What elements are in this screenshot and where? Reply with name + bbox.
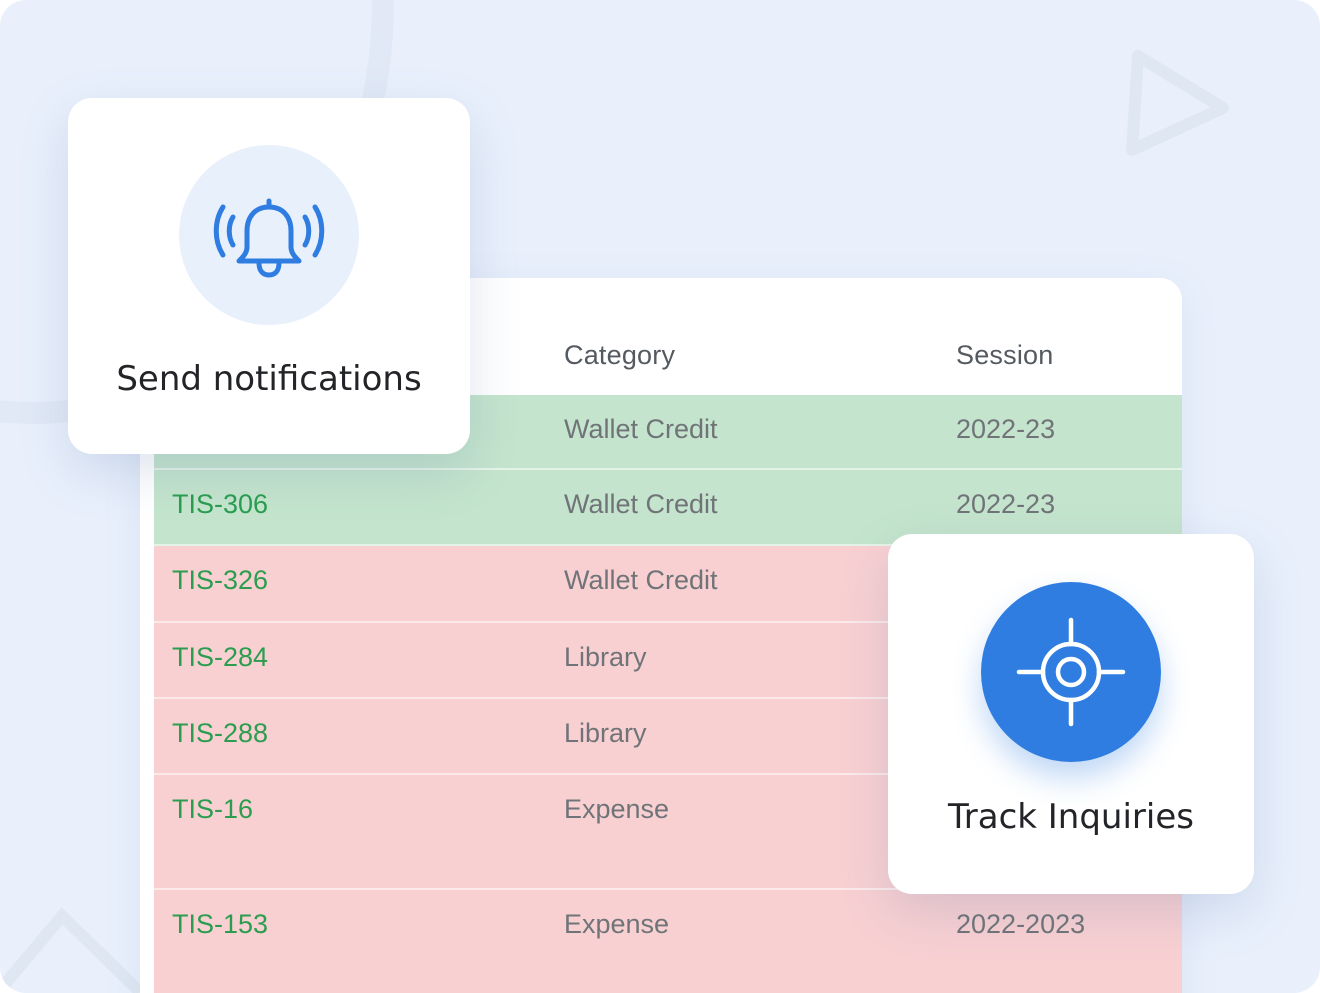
row-category: Wallet Credit [564, 565, 718, 595]
row-category: Wallet Credit [564, 414, 718, 444]
row-category: Expense [564, 909, 670, 939]
track-inquiries-title: Track Inquiries [948, 797, 1194, 837]
bell-ringing-icon [213, 198, 325, 278]
crosshair-target-icon [1016, 617, 1126, 727]
hero-illustration: Category Session Wallet Credit 2022-23 T… [0, 0, 1320, 993]
table-row[interactable]: TIS-153 Expense 2022-2023 [154, 890, 1182, 993]
send-notifications-card[interactable]: Send notifications [68, 98, 470, 454]
send-notifications-title: Send notifications [116, 359, 422, 399]
decorative-triangle-icon [1126, 50, 1229, 156]
bell-icon-badge [179, 145, 359, 325]
row-session: 2022-23 [956, 414, 1056, 444]
row-id[interactable]: TIS-16 [172, 794, 253, 825]
row-category: Wallet Credit [564, 489, 718, 519]
row-id[interactable]: TIS-306 [172, 489, 268, 520]
track-inquiries-card[interactable]: Track Inquiries [888, 534, 1254, 894]
row-id[interactable]: TIS-326 [172, 565, 268, 596]
header-session: Session [956, 340, 1054, 370]
row-session: 2022-2023 [956, 909, 1086, 939]
row-category: Expense [564, 794, 670, 824]
row-id[interactable]: TIS-153 [172, 909, 268, 940]
row-category: Library [564, 642, 647, 672]
header-category: Category [564, 340, 676, 370]
row-session: 2022-23 [956, 489, 1056, 519]
decorative-chevron-icon [0, 907, 145, 993]
row-id[interactable]: TIS-284 [172, 642, 268, 673]
target-icon-badge [981, 582, 1161, 762]
row-category: Library [564, 718, 647, 748]
row-id[interactable]: TIS-288 [172, 718, 268, 749]
